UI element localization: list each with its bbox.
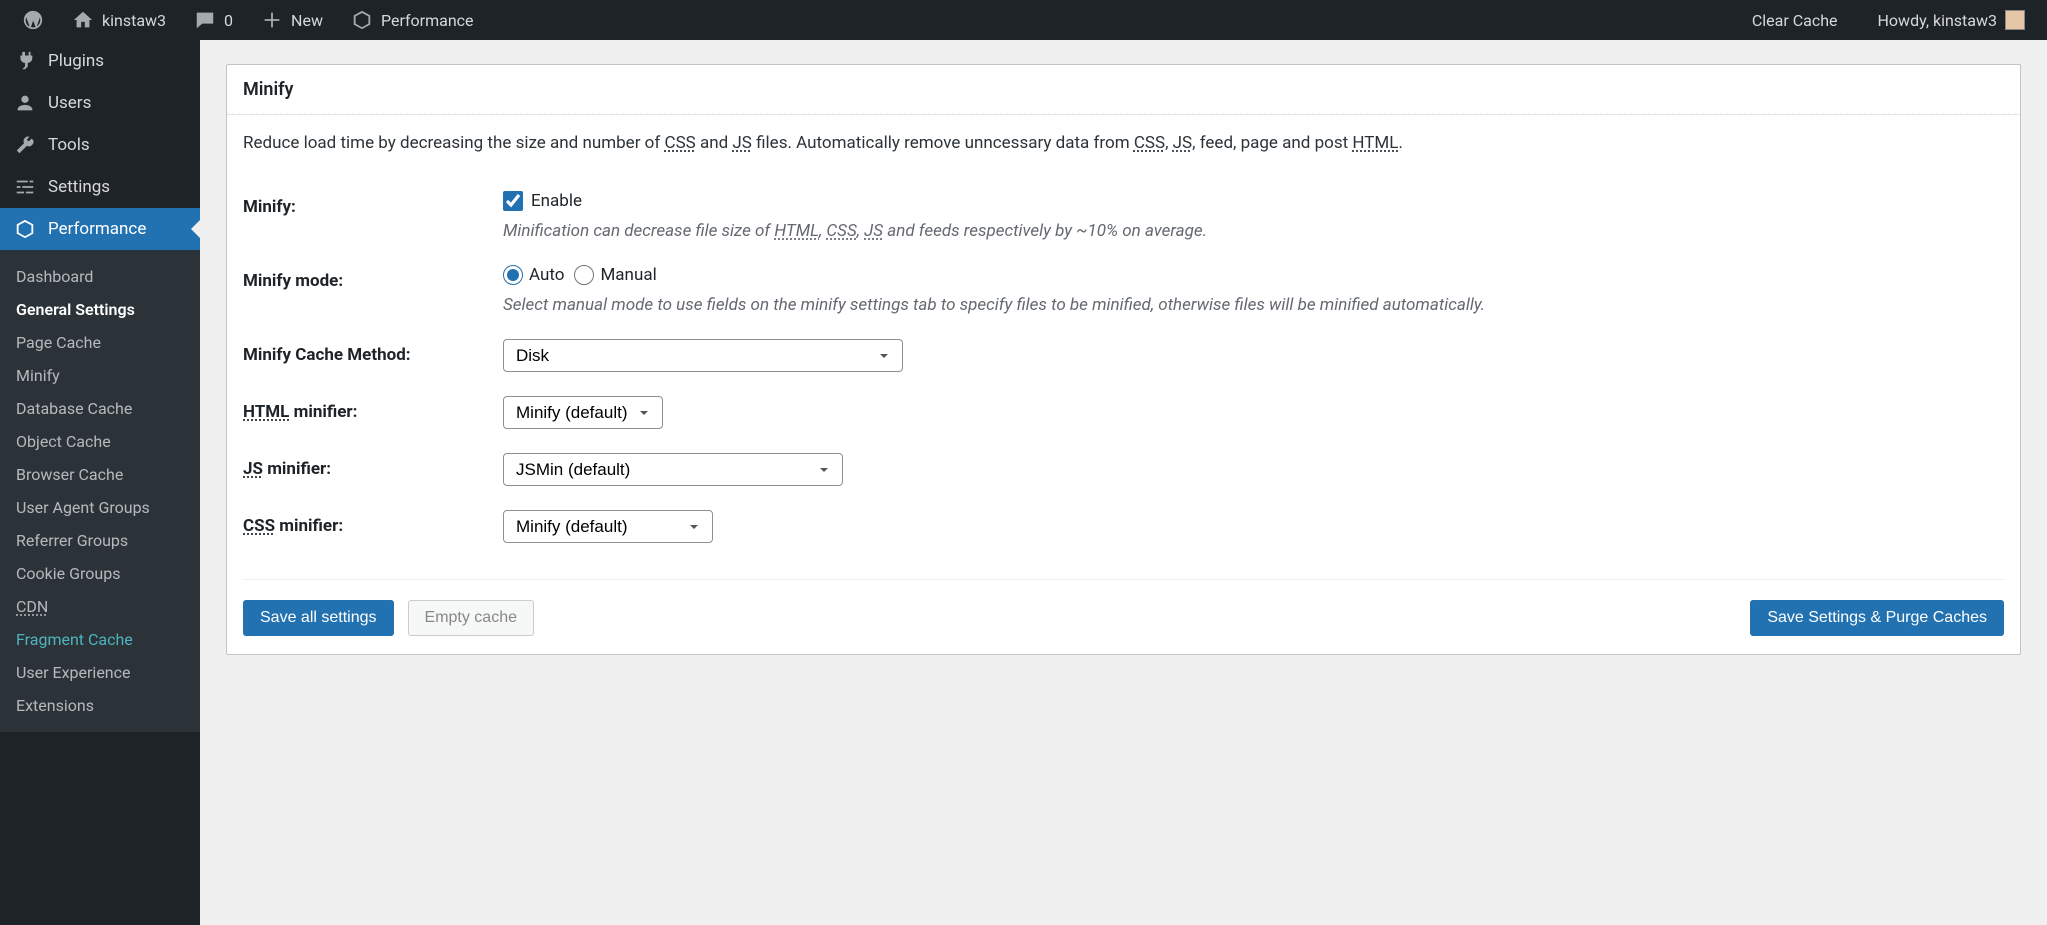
js-abbr: JS: [732, 133, 751, 153]
submenu-user-agent-groups[interactable]: User Agent Groups: [0, 491, 200, 524]
row-label-cache-method: Minify Cache Method:: [243, 327, 503, 384]
submenu-cookie-groups[interactable]: Cookie Groups: [0, 557, 200, 590]
box-icon: [14, 218, 36, 240]
submenu-database-cache[interactable]: Database Cache: [0, 392, 200, 425]
performance-adminbar-label: Performance: [381, 11, 474, 30]
sidebar-label: Plugins: [48, 51, 104, 71]
new-label: New: [291, 11, 323, 30]
plug-icon: [14, 50, 36, 72]
clear-cache-link[interactable]: Clear Cache: [1742, 11, 1848, 30]
comment-icon: [194, 9, 216, 31]
box-icon: [351, 9, 373, 31]
row-label-minify: Minify:: [243, 179, 503, 253]
plus-icon: [261, 9, 283, 31]
submenu-browser-cache[interactable]: Browser Cache: [0, 458, 200, 491]
desc-text: .: [1398, 133, 1402, 153]
desc-text: , feed, page and post: [1192, 133, 1352, 153]
admin-bar: kinstaw3 0 New Performance Clear Cache H…: [0, 0, 2047, 40]
comments-count: 0: [224, 11, 233, 30]
minify-enable-checkbox[interactable]: [503, 191, 523, 211]
save-all-settings-button[interactable]: Save all settings: [243, 600, 394, 636]
js-minifier-select[interactable]: JSMin (default): [503, 453, 843, 486]
row-label-minify-mode: Minify mode:: [243, 253, 503, 327]
minify-mode-hint: Select manual mode to use fields on the …: [503, 295, 2004, 315]
desc-text: and: [696, 133, 733, 153]
minify-hint: Minification can decrease file size of H…: [503, 221, 2004, 241]
avatar: [2005, 10, 2025, 30]
css-abbr: CSS: [1134, 133, 1165, 153]
site-name: kinstaw3: [102, 11, 166, 30]
button-row: Save all settings Empty cache Save Setti…: [243, 579, 2004, 636]
sidebar-item-users[interactable]: Users: [0, 82, 200, 124]
row-label-js-minifier: JS minifier:: [243, 441, 503, 498]
html-abbr: HTML: [774, 221, 819, 241]
desc-text: files. Automatically remove unncessary d…: [752, 133, 1134, 153]
sidebar-label: Performance: [48, 219, 146, 239]
submenu-minify[interactable]: Minify: [0, 359, 200, 392]
html-minifier-select[interactable]: Minify (default): [503, 396, 663, 429]
sidebar-label: Settings: [48, 177, 110, 197]
sliders-icon: [14, 176, 36, 198]
sidebar-label: Tools: [48, 135, 90, 155]
sidebar-item-tools[interactable]: Tools: [0, 124, 200, 166]
site-home-link[interactable]: kinstaw3: [62, 9, 176, 31]
submenu-page-cache[interactable]: Page Cache: [0, 326, 200, 359]
submenu-object-cache[interactable]: Object Cache: [0, 425, 200, 458]
js-abbr: JS: [864, 221, 883, 241]
sidebar-item-plugins[interactable]: Plugins: [0, 40, 200, 82]
minify-mode-manual-label[interactable]: Manual: [600, 265, 656, 285]
html-abbr: HTML: [243, 402, 289, 422]
submenu-general-settings[interactable]: General Settings: [0, 293, 200, 326]
comments-link[interactable]: 0: [184, 9, 243, 31]
performance-adminbar-link[interactable]: Performance: [341, 9, 484, 31]
wp-logo[interactable]: [12, 9, 54, 31]
hint-text: and feeds respectively by ~10% on averag…: [883, 221, 1207, 241]
minify-mode-auto-label[interactable]: Auto: [529, 265, 564, 285]
css-abbr: CSS: [665, 133, 696, 153]
js-abbr: JS: [243, 459, 263, 479]
submenu-user-experience[interactable]: User Experience: [0, 656, 200, 689]
performance-submenu: Dashboard General Settings Page Cache Mi…: [0, 250, 200, 732]
user-icon: [14, 92, 36, 114]
howdy-link[interactable]: Howdy, kinstaw3: [1868, 10, 2035, 30]
css-abbr: CSS: [243, 516, 275, 536]
submenu-extensions[interactable]: Extensions: [0, 689, 200, 722]
row-label-html-minifier: HTML minifier:: [243, 384, 503, 441]
submenu-fragment-cache[interactable]: Fragment Cache: [0, 623, 200, 656]
empty-cache-button[interactable]: Empty cache: [408, 600, 534, 636]
css-minifier-select[interactable]: Minify (default): [503, 510, 713, 543]
submenu-cdn[interactable]: CDN: [0, 590, 200, 623]
minify-mode-manual-radio[interactable]: [574, 265, 594, 285]
desc-text: Reduce load time by decreasing the size …: [243, 133, 665, 153]
home-icon: [72, 9, 94, 31]
minify-enable-label[interactable]: Enable: [531, 191, 582, 211]
row-label-css-minifier: CSS minifier:: [243, 498, 503, 555]
hint-text: Minification can decrease file size of: [503, 221, 774, 241]
minify-mode-auto-radio[interactable]: [503, 265, 523, 285]
css-abbr: CSS: [826, 221, 856, 241]
cdn-abbr: CDN: [16, 597, 48, 616]
sidebar-item-settings[interactable]: Settings: [0, 166, 200, 208]
desc-text: ,: [1165, 133, 1173, 153]
label-text: minifier:: [289, 402, 357, 422]
panel-description: Reduce load time by decreasing the size …: [243, 133, 2004, 153]
sidebar-label: Users: [48, 93, 91, 113]
save-purge-button[interactable]: Save Settings & Purge Caches: [1750, 600, 2004, 636]
label-text: minifier:: [263, 459, 331, 479]
submenu-referrer-groups[interactable]: Referrer Groups: [0, 524, 200, 557]
admin-sidebar: Plugins Users Tools Settings Performance…: [0, 40, 200, 925]
js-abbr: JS: [1173, 133, 1192, 153]
html-abbr: HTML: [1352, 133, 1398, 153]
minify-cache-method-select[interactable]: Disk: [503, 339, 903, 372]
label-text: minifier:: [275, 516, 343, 536]
new-content-link[interactable]: New: [251, 9, 333, 31]
main-content: Minify Reduce load time by decreasing th…: [200, 40, 2047, 925]
submenu-dashboard[interactable]: Dashboard: [0, 260, 200, 293]
sidebar-item-performance[interactable]: Performance: [0, 208, 200, 250]
minify-panel: Minify Reduce load time by decreasing th…: [226, 64, 2021, 655]
wrench-icon: [14, 134, 36, 156]
panel-title: Minify: [227, 65, 2020, 115]
howdy-text: Howdy, kinstaw3: [1878, 11, 1997, 30]
wordpress-icon: [22, 9, 44, 31]
